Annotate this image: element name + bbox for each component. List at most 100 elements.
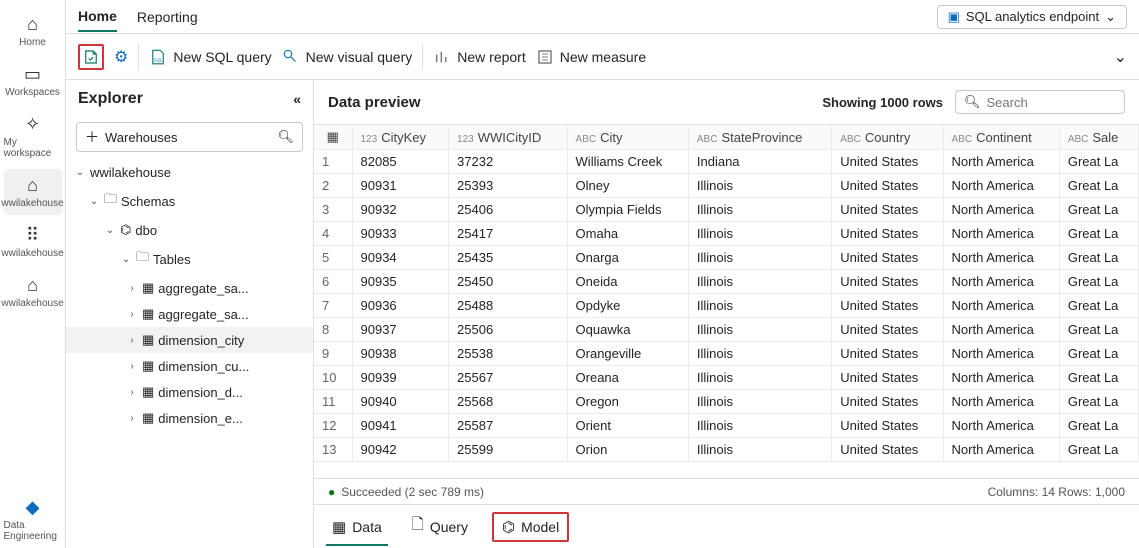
cell[interactable]: North America bbox=[943, 366, 1059, 390]
cell[interactable]: United States bbox=[832, 438, 943, 462]
cell[interactable]: 90935 bbox=[352, 270, 449, 294]
cell[interactable]: Illinois bbox=[688, 294, 831, 318]
cell[interactable]: Great La bbox=[1059, 438, 1138, 462]
cell[interactable]: 25435 bbox=[449, 246, 567, 270]
toolbar-overflow[interactable]: ⌄ bbox=[1114, 47, 1127, 67]
cell[interactable]: Oneida bbox=[567, 270, 688, 294]
cell[interactable]: Great La bbox=[1059, 270, 1138, 294]
cell[interactable]: 90940 bbox=[352, 390, 449, 414]
col-header-StateProvince[interactable]: ABCStateProvince bbox=[688, 125, 831, 150]
col-header-Continent[interactable]: ABCContinent bbox=[943, 125, 1059, 150]
table-row[interactable]: 139094225599OrionIllinoisUnited StatesNo… bbox=[314, 438, 1139, 462]
cell[interactable]: Illinois bbox=[688, 342, 831, 366]
tab-model[interactable]: ⌬ Model bbox=[492, 512, 569, 542]
tree-schema-dbo[interactable]: ⌄⌬dbo bbox=[66, 217, 313, 243]
col-header-Country[interactable]: ABCCountry bbox=[832, 125, 943, 150]
cell[interactable]: North America bbox=[943, 294, 1059, 318]
chevron-icon[interactable]: › bbox=[126, 309, 138, 320]
chevron-icon[interactable]: ⌄ bbox=[120, 254, 132, 265]
tree-table-2[interactable]: ›▦dimension_city bbox=[66, 327, 313, 353]
tab-query[interactable]: 🗋 Query bbox=[406, 510, 474, 543]
cell[interactable]: 25599 bbox=[449, 438, 567, 462]
col-header-WWICityID[interactable]: 123WWICityID bbox=[449, 125, 567, 150]
cell[interactable]: North America bbox=[943, 150, 1059, 174]
cell[interactable]: Oreana bbox=[567, 366, 688, 390]
cell[interactable]: 90939 bbox=[352, 366, 449, 390]
cell[interactable]: 25506 bbox=[449, 318, 567, 342]
cell[interactable]: 90937 bbox=[352, 318, 449, 342]
cell[interactable]: 25488 bbox=[449, 294, 567, 318]
cell[interactable]: Olympia Fields bbox=[567, 198, 688, 222]
cell[interactable]: Opdyke bbox=[567, 294, 688, 318]
cell[interactable]: Great La bbox=[1059, 342, 1138, 366]
cell[interactable]: 25568 bbox=[449, 390, 567, 414]
warehouses-selector[interactable]: ＋ Warehouses 🔍︎ bbox=[76, 122, 303, 152]
cell[interactable]: North America bbox=[943, 342, 1059, 366]
table-row[interactable]: 69093525450OneidaIllinoisUnited StatesNo… bbox=[314, 270, 1139, 294]
cell[interactable]: United States bbox=[832, 318, 943, 342]
cell[interactable]: United States bbox=[832, 150, 943, 174]
chevron-icon[interactable]: › bbox=[126, 361, 138, 372]
rail-workspaces[interactable]: ▭Workspaces bbox=[4, 58, 62, 104]
cell[interactable]: Illinois bbox=[688, 270, 831, 294]
rail-wwilakehouse-1[interactable]: ⌂wwilakehouse bbox=[4, 169, 62, 215]
cell[interactable]: Orient bbox=[567, 414, 688, 438]
search-icon[interactable]: 🔍︎ bbox=[277, 129, 294, 145]
cell[interactable]: 90942 bbox=[352, 438, 449, 462]
row-selector-header[interactable]: ▦ bbox=[314, 125, 352, 150]
cell[interactable]: Illinois bbox=[688, 318, 831, 342]
table-row[interactable]: 89093725506OquawkaIllinoisUnited StatesN… bbox=[314, 318, 1139, 342]
cell[interactable]: 25538 bbox=[449, 342, 567, 366]
tab-data[interactable]: ▦ Data bbox=[326, 514, 388, 540]
cell[interactable]: 25567 bbox=[449, 366, 567, 390]
cell[interactable]: Great La bbox=[1059, 318, 1138, 342]
tree-table-4[interactable]: ›▦dimension_d... bbox=[66, 379, 313, 405]
cell[interactable]: United States bbox=[832, 222, 943, 246]
new-visual-query-button[interactable]: New visual query bbox=[282, 48, 413, 66]
chevron-icon[interactable]: ⌄ bbox=[88, 196, 100, 207]
cell[interactable]: North America bbox=[943, 222, 1059, 246]
table-row[interactable]: 29093125393OlneyIllinoisUnited StatesNor… bbox=[314, 174, 1139, 198]
data-grid[interactable]: ▦123CityKey123WWICityIDABCCityABCStatePr… bbox=[314, 124, 1139, 478]
cell[interactable]: 90941 bbox=[352, 414, 449, 438]
cell[interactable]: North America bbox=[943, 246, 1059, 270]
cell[interactable]: Illinois bbox=[688, 174, 831, 198]
cell[interactable]: Illinois bbox=[688, 414, 831, 438]
new-report-button[interactable]: New report bbox=[433, 48, 525, 66]
cell[interactable]: United States bbox=[832, 390, 943, 414]
cell[interactable]: Orangeville bbox=[567, 342, 688, 366]
cell[interactable]: 25587 bbox=[449, 414, 567, 438]
cell[interactable]: 37232 bbox=[449, 150, 567, 174]
chevron-icon[interactable]: › bbox=[126, 413, 138, 424]
cell[interactable]: 90936 bbox=[352, 294, 449, 318]
cell[interactable]: United States bbox=[832, 270, 943, 294]
cell[interactable]: Great La bbox=[1059, 390, 1138, 414]
rail-data-engineering[interactable]: ◆Data Engineering bbox=[4, 491, 62, 548]
table-row[interactable]: 129094125587OrientIllinoisUnited StatesN… bbox=[314, 414, 1139, 438]
ribbon-tab-reporting[interactable]: Reporting bbox=[137, 3, 198, 31]
tree-table-0[interactable]: ›▦aggregate_sa... bbox=[66, 275, 313, 301]
cell[interactable]: North America bbox=[943, 174, 1059, 198]
table-row[interactable]: 18208537232Williams CreekIndianaUnited S… bbox=[314, 150, 1139, 174]
cell[interactable]: Illinois bbox=[688, 246, 831, 270]
cell[interactable]: 25406 bbox=[449, 198, 567, 222]
cell[interactable]: 25450 bbox=[449, 270, 567, 294]
cell[interactable]: United States bbox=[832, 198, 943, 222]
cell[interactable]: Great La bbox=[1059, 222, 1138, 246]
chevron-icon[interactable]: ⌄ bbox=[104, 225, 116, 236]
table-row[interactable]: 79093625488OpdykeIllinoisUnited StatesNo… bbox=[314, 294, 1139, 318]
cell[interactable]: Illinois bbox=[688, 198, 831, 222]
settings-button[interactable]: ⚙ bbox=[114, 47, 128, 67]
cell[interactable]: 90932 bbox=[352, 198, 449, 222]
cell[interactable]: Great La bbox=[1059, 174, 1138, 198]
table-row[interactable]: 119094025568OregonIllinoisUnited StatesN… bbox=[314, 390, 1139, 414]
col-header-CityKey[interactable]: 123CityKey bbox=[352, 125, 449, 150]
cell[interactable]: Great La bbox=[1059, 198, 1138, 222]
search-input[interactable] bbox=[987, 95, 1116, 110]
ribbon-tab-home[interactable]: Home bbox=[78, 2, 117, 32]
cell[interactable]: 25393 bbox=[449, 174, 567, 198]
tree-tables[interactable]: ⌄🗀Tables bbox=[66, 243, 313, 275]
chevron-icon[interactable]: › bbox=[126, 283, 138, 294]
cell[interactable]: Oregon bbox=[567, 390, 688, 414]
rail-wwilakehouse-3[interactable]: ⌂wwilakehouse bbox=[4, 269, 62, 315]
